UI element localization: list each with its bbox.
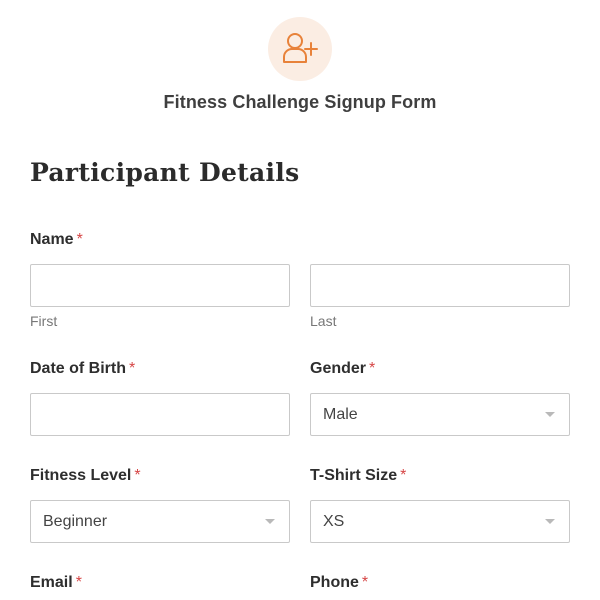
name-label: Name * [30,231,83,249]
required-marker: * [361,574,369,591]
dob-label-text: Date of Birth [30,360,126,377]
required-marker: * [369,360,376,377]
gender-label-text: Gender [310,360,367,377]
dob-label: Date of Birth * [30,360,135,378]
phone-label: Phone * [310,574,368,592]
last-name-sublabel: Last [310,313,337,329]
fitness-level-label-text: Fitness Level [30,467,132,484]
section-title: Participant Details [30,158,300,187]
gender-select[interactable]: Male [310,393,570,436]
required-marker: * [75,574,82,591]
fitness-level-selected-value: Beginner [43,512,108,530]
add-user-icon [283,33,318,63]
dob-input[interactable] [30,393,290,436]
tshirt-size-label-text: T-Shirt Size [310,467,398,484]
fitness-level-label: Fitness Level * [30,467,141,485]
first-name-input[interactable] [30,264,290,307]
form-logo [268,17,332,81]
last-name-input[interactable] [310,264,570,307]
signup-form-page: Fitness Challenge Signup Form Participan… [0,0,600,600]
first-name-sublabel: First [30,313,58,329]
email-label: Email * [30,574,82,592]
gender-label: Gender * [310,360,375,378]
name-label-text: Name [30,231,74,248]
required-marker: * [134,467,141,484]
chevron-down-icon [545,519,555,524]
chevron-down-icon [265,519,275,524]
required-marker: * [400,467,407,484]
chevron-down-icon [545,412,555,417]
required-marker: * [129,360,136,377]
tshirt-size-selected-value: XS [323,512,345,530]
gender-selected-value: Male [323,405,358,423]
form-title: Fitness Challenge Signup Form [163,92,437,112]
tshirt-size-select[interactable]: XS [310,500,570,543]
tshirt-size-label: T-Shirt Size * [310,467,406,485]
fitness-level-select[interactable]: Beginner [30,500,290,543]
email-label-text: Email [30,574,73,591]
phone-label-text: Phone [310,574,359,591]
required-marker: * [76,231,83,248]
